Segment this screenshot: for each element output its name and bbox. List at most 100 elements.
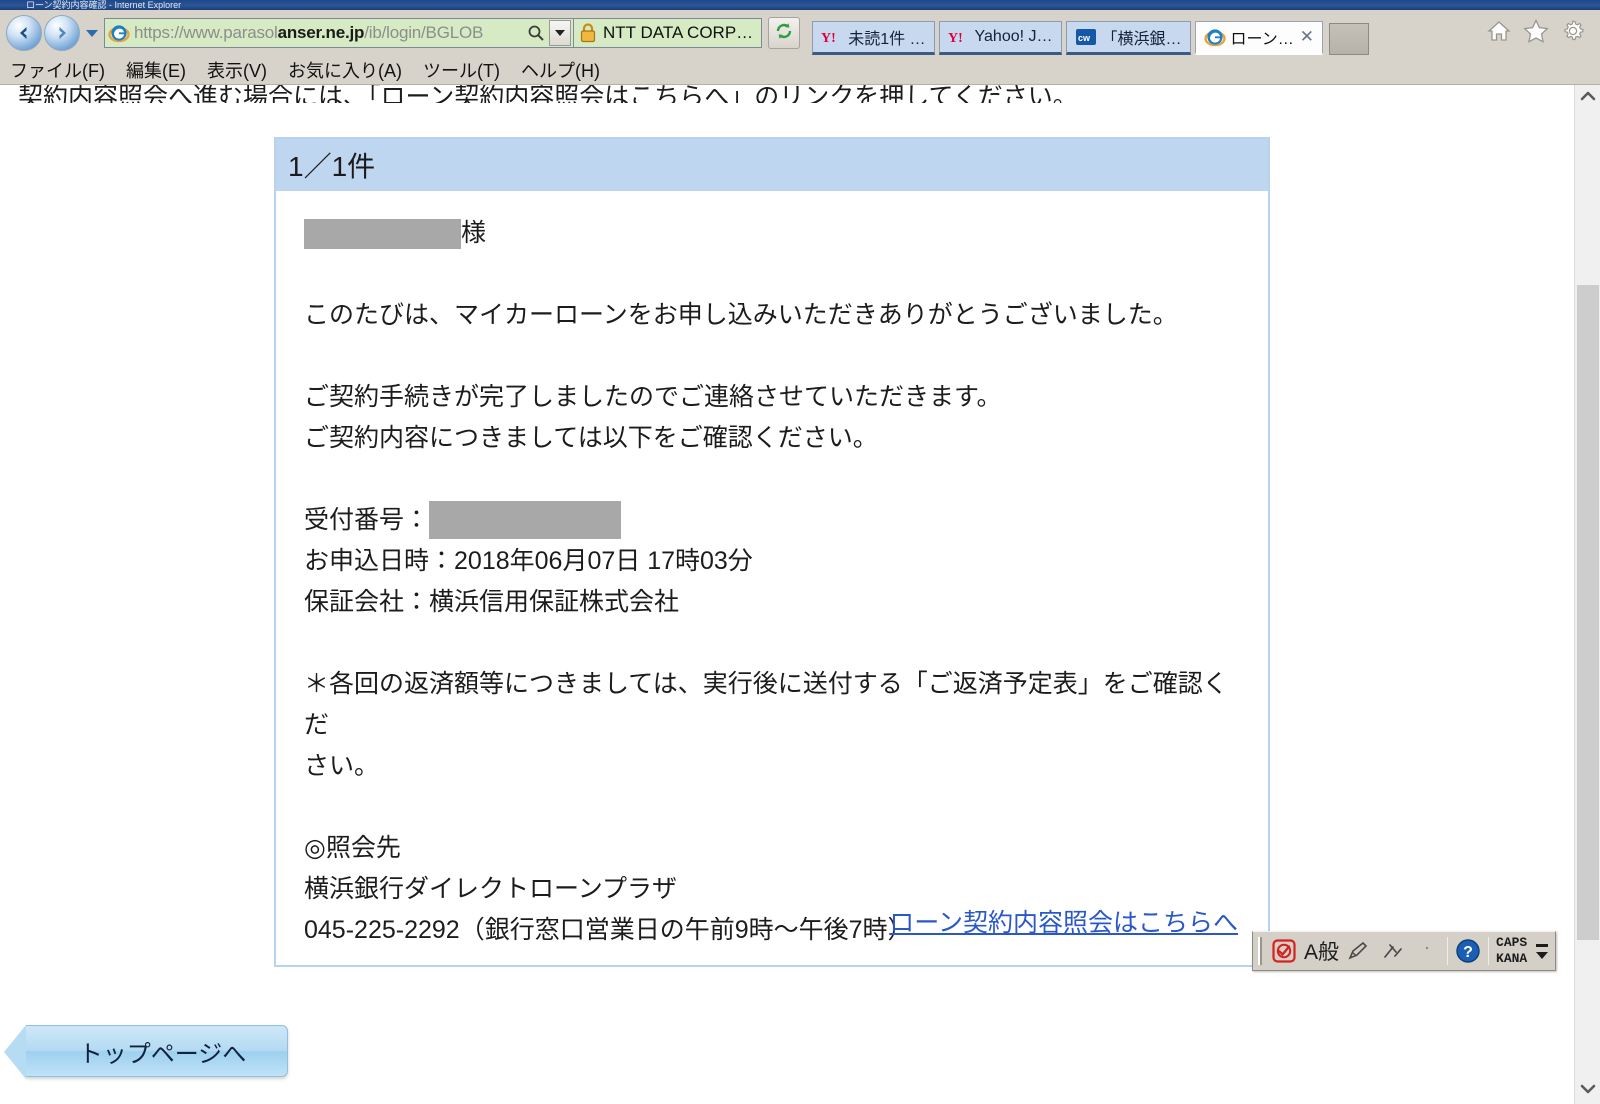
forward-arrow-icon <box>52 23 72 43</box>
recent-pages-button[interactable] <box>84 15 100 51</box>
salutation-row: 様 <box>304 213 1240 254</box>
redacted-customer-name <box>304 219 461 250</box>
scroll-down-button[interactable] <box>1575 1078 1600 1104</box>
chrome-icon-group <box>1486 18 1594 49</box>
ime-extra-slot[interactable] <box>1410 934 1444 968</box>
detail-label: お申込日時： <box>304 547 455 576</box>
star-icon[interactable] <box>1522 18 1550 49</box>
divider <box>1447 937 1449 965</box>
vertical-scrollbar[interactable] <box>1574 85 1600 1104</box>
detail-label: 保証会社： <box>304 588 430 617</box>
chevron-down-icon <box>1580 1082 1596 1100</box>
tab-strip: Y! 未読1件 … Y! Yahoo! J… cw 「横浜銀… ローン… ✕ <box>812 11 1486 55</box>
detail-row-guarantor: 保証会社：横浜信用保証株式会社 <box>304 582 1240 623</box>
menu-bar: ファイル(F) 編集(E) 表示(V) お気に入り(A) ツール(T) ヘルプ(… <box>0 56 1600 85</box>
home-icon[interactable] <box>1486 18 1512 49</box>
security-identity-label: NTT DATA CORP… <box>603 23 754 42</box>
forward-button[interactable] <box>44 15 80 51</box>
repayment-note-line-1: ＊各回の返済額等につきましては、実行後に送付する「ご返済予定表」をご確認くだ <box>304 670 1228 740</box>
menu-item-edit[interactable]: 編集(E) <box>126 57 186 83</box>
panel-header: 1／1件 <box>276 139 1268 191</box>
detail-row-reception-number: 受付番号： <box>304 500 1240 541</box>
ime-drag-handle[interactable] <box>1258 937 1264 965</box>
detail-value: 2018年06月07日 17時03分 <box>454 547 753 576</box>
completion-paragraph: ご契約手続きが完了しましたのでご連絡させていただきます。 <box>304 383 1002 411</box>
search-icon[interactable] <box>523 20 549 46</box>
svg-text:cw: cw <box>1078 33 1091 43</box>
repayment-note-line-2: さい。 <box>304 752 380 781</box>
salutation-suffix: 様 <box>461 219 487 247</box>
panel-body: 様 このたびは、マイカーローンをお申し込みいただきありがとうございました。 ご契… <box>276 191 1268 951</box>
address-bar[interactable]: https://www.parasolanser.ne.jp/ib/login/… <box>104 18 574 48</box>
scrollbar-thumb[interactable] <box>1577 285 1599 940</box>
tab-yahoo-japan[interactable]: Y! Yahoo! J… <box>938 21 1062 55</box>
refresh-icon <box>773 20 795 47</box>
new-tab-button[interactable] <box>1328 23 1369 55</box>
clipped-instruction-text: 契約内容照会へ進む場合には、「ローン契約内容照会はこちらへ」のリンクを押してくだ… <box>18 85 1078 103</box>
ime-lock-status: CAPS KANA <box>1492 935 1531 967</box>
inquiry-link-row: ローン契約内容照会はこちらへ <box>889 903 1238 939</box>
intro-paragraph: このたびは、マイカーローンをお申し込みいただきありがとうございました。 <box>304 301 1178 329</box>
kana-indicator: KANA <box>1496 951 1528 966</box>
close-icon[interactable]: ✕ <box>1300 27 1314 47</box>
yahoo-icon: Y! <box>948 26 970 48</box>
menu-item-view[interactable]: 表示(V) <box>207 57 267 83</box>
detail-row-application-datetime: お申込日時：2018年06月07日 17時03分 <box>304 541 1240 582</box>
help-icon[interactable]: ? <box>1451 934 1485 968</box>
chevron-down-icon <box>555 30 565 36</box>
browser-toolbar: https://www.parasolanser.ne.jp/ib/login/… <box>0 10 1600 56</box>
loan-contract-inquiry-link[interactable]: ローン契約内容照会はこちらへ <box>889 909 1238 937</box>
security-identity-chip[interactable]: NTT DATA CORP… <box>574 18 763 48</box>
minimize-icon[interactable] <box>1536 943 1549 947</box>
pen-icon[interactable] <box>1342 934 1376 968</box>
refresh-button[interactable] <box>768 17 801 49</box>
caps-indicator: CAPS <box>1496 935 1528 950</box>
ie-favicon-icon <box>107 21 131 45</box>
tab-yahoo-mail[interactable]: Y! 未読1件 … <box>812 21 935 55</box>
ie-favicon-icon <box>1203 26 1226 48</box>
window-title-bar: ローン契約内容確認 - Internet Explorer <box>0 0 1600 10</box>
contract-panel: 1／1件 様 このたびは、マイカーローンをお申し込みいただきありがとうございまし… <box>274 137 1270 967</box>
address-dropdown-button[interactable] <box>549 20 571 46</box>
lock-icon <box>578 22 598 44</box>
detail-label: 受付番号： <box>304 506 430 534</box>
gear-icon[interactable] <box>1560 18 1586 49</box>
address-url-text: https://www.parasolanser.ne.jp/ib/login/… <box>134 23 484 42</box>
tab-yokohama-bank[interactable]: cw 「横浜銀… <box>1065 21 1191 55</box>
ime-toolbar: A般 ? CAPS KANA <box>1252 931 1557 971</box>
ime-mode-icon[interactable] <box>1267 934 1301 968</box>
menu-item-file[interactable]: ファイル(F) <box>10 57 105 83</box>
chevron-down-icon[interactable] <box>1536 951 1549 959</box>
menu-item-favorites[interactable]: お気に入り(A) <box>288 57 402 83</box>
top-page-button[interactable]: トップページへ <box>4 1025 288 1079</box>
cw-icon: cw <box>1075 26 1097 48</box>
chevron-up-icon <box>1580 89 1596 107</box>
scroll-up-button[interactable] <box>1575 85 1600 111</box>
ime-input-mode[interactable]: A般 <box>1301 934 1342 968</box>
tab-loan-active[interactable]: ローン… ✕ <box>1194 21 1323 55</box>
svg-text:?: ? <box>1463 944 1473 961</box>
confirm-paragraph: ご契約内容につきましては以下をご確認ください。 <box>304 424 878 452</box>
tab-label: 未読1件 … <box>848 31 926 48</box>
chevron-down-icon <box>86 29 98 37</box>
window-title: ローン契約内容確認 - Internet Explorer <box>26 0 182 10</box>
back-button[interactable] <box>6 15 42 51</box>
redacted-reception-number <box>429 501 622 540</box>
ime-window-controls <box>1531 943 1553 959</box>
svg-text:Y!: Y! <box>821 31 836 46</box>
divider <box>1488 937 1490 965</box>
svg-text:Y!: Y! <box>948 31 963 46</box>
menu-item-tools[interactable]: ツール(T) <box>423 57 500 83</box>
result-count: 1／1件 <box>288 151 376 182</box>
back-arrow-icon <box>14 23 34 43</box>
tab-label: ローン… <box>1230 31 1294 48</box>
menu-item-help[interactable]: ヘルプ(H) <box>521 57 600 83</box>
top-page-button-wrap: トップページへ <box>4 1025 288 1079</box>
tools-icon[interactable] <box>1376 934 1410 968</box>
browser-window: ローン契約内容確認 - Internet Explorer https://ww… <box>0 0 1600 1104</box>
